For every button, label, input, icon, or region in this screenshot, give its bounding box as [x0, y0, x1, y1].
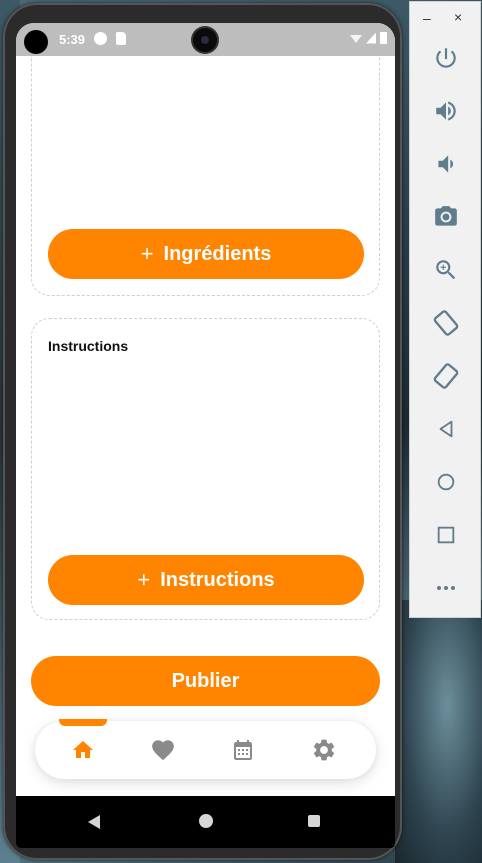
front-camera: [193, 28, 217, 52]
heart-icon: [152, 740, 174, 761]
ingredients-card: + Ingrédients: [31, 56, 380, 296]
system-recents-button[interactable]: [308, 815, 320, 827]
nav-calendar[interactable]: [223, 734, 263, 766]
add-instructions-button[interactable]: + Instructions: [48, 555, 364, 605]
phone-screen: 5:39 + Ingrédients Instructions + Instru…: [16, 23, 395, 848]
volume-up-icon: [436, 101, 456, 121]
nav-settings[interactable]: [304, 734, 344, 766]
home-icon: [73, 741, 93, 758]
zoom-button[interactable]: [428, 252, 464, 288]
instructions-title: Instructions: [48, 338, 129, 354]
emulator-toolbar: – ×: [409, 1, 481, 618]
wifi-icon: [350, 35, 362, 43]
screenshot-button[interactable]: [428, 199, 464, 235]
close-button[interactable]: ×: [454, 9, 462, 25]
phone-frame: 5:39 + Ingrédients Instructions + Instru…: [3, 3, 402, 860]
volume-down-button[interactable]: [428, 146, 464, 182]
add-instructions-label: Instructions: [160, 568, 275, 591]
bottom-navigation: [35, 719, 376, 779]
calendar-icon: [234, 740, 252, 760]
status-icons: [350, 32, 387, 44]
overview-button[interactable]: [428, 517, 464, 553]
back-icon: [439, 420, 453, 438]
system-home-button[interactable]: [199, 814, 213, 828]
nav-favorites[interactable]: [143, 734, 183, 766]
status-time: 5:39: [59, 32, 86, 47]
system-back-button[interactable]: [88, 815, 100, 829]
signal-icon: [366, 32, 376, 44]
punch-hole-camera: [24, 30, 48, 54]
publish-button[interactable]: Publier: [31, 656, 380, 706]
nav-home[interactable]: [63, 734, 103, 766]
system-navigation-bar: [16, 796, 395, 848]
minimize-button[interactable]: –: [423, 10, 431, 26]
app-notification-icon: [94, 32, 107, 45]
rotate-left-icon: [433, 310, 459, 336]
volume-down-icon: [438, 155, 454, 173]
active-tab-indicator: [59, 719, 107, 726]
rotate-right-icon: [433, 363, 459, 389]
status-bar: 5:39: [16, 23, 395, 56]
add-ingredients-label: Ingrédients: [163, 242, 272, 265]
sd-card-icon: [116, 32, 126, 45]
plus-icon: +: [140, 241, 154, 266]
plus-icon: +: [137, 567, 151, 592]
settings-icon: [313, 739, 335, 761]
zoom-icon: [436, 260, 456, 280]
power-button[interactable]: [428, 40, 464, 76]
battery-icon: [380, 32, 387, 44]
instructions-card: Instructions + Instructions: [31, 318, 380, 620]
more-icon: [437, 586, 455, 590]
camera-icon: [435, 206, 457, 226]
add-ingredients-button[interactable]: + Ingrédients: [48, 229, 364, 279]
volume-up-button[interactable]: [428, 93, 464, 129]
home-button[interactable]: [428, 464, 464, 500]
more-button[interactable]: [428, 570, 464, 606]
desktop-background-rock: [395, 600, 482, 863]
recipe-form[interactable]: + Ingrédients Instructions + Instruction…: [16, 56, 395, 796]
home-icon: [437, 473, 455, 491]
rotate-left-button[interactable]: [428, 305, 464, 341]
back-button[interactable]: [428, 411, 464, 447]
rotate-right-button[interactable]: [428, 358, 464, 394]
power-icon: [436, 48, 456, 68]
overview-icon: [437, 526, 455, 544]
